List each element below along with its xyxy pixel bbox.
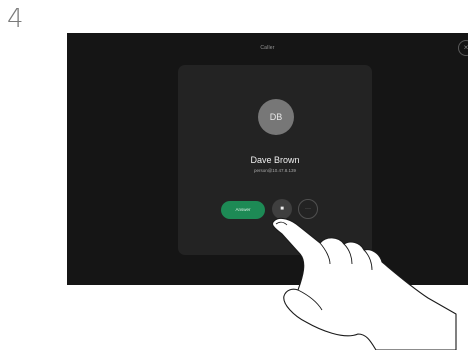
caller-address: person@10.47.8.139 <box>253 168 297 173</box>
caller-name: Dave Brown <box>250 155 300 165</box>
device-screen: Caller × DB Dave Brown person@10.47.8.13… <box>67 33 468 285</box>
incoming-call-card: DB Dave Brown person@10.47.8.139 Answer … <box>178 65 372 255</box>
avatar: DB <box>258 99 294 135</box>
video-icon[interactable]: ■ <box>272 199 292 219</box>
screen-title: Caller <box>260 45 275 51</box>
decline-icon[interactable]: ··· <box>298 199 318 219</box>
instruction-illustration: 4 Caller × DB Dave Brown person@10.47.8.… <box>0 0 468 350</box>
step-number: 4 <box>7 4 24 34</box>
close-icon[interactable]: × <box>458 40 468 56</box>
answer-button[interactable]: Answer <box>221 201 265 219</box>
